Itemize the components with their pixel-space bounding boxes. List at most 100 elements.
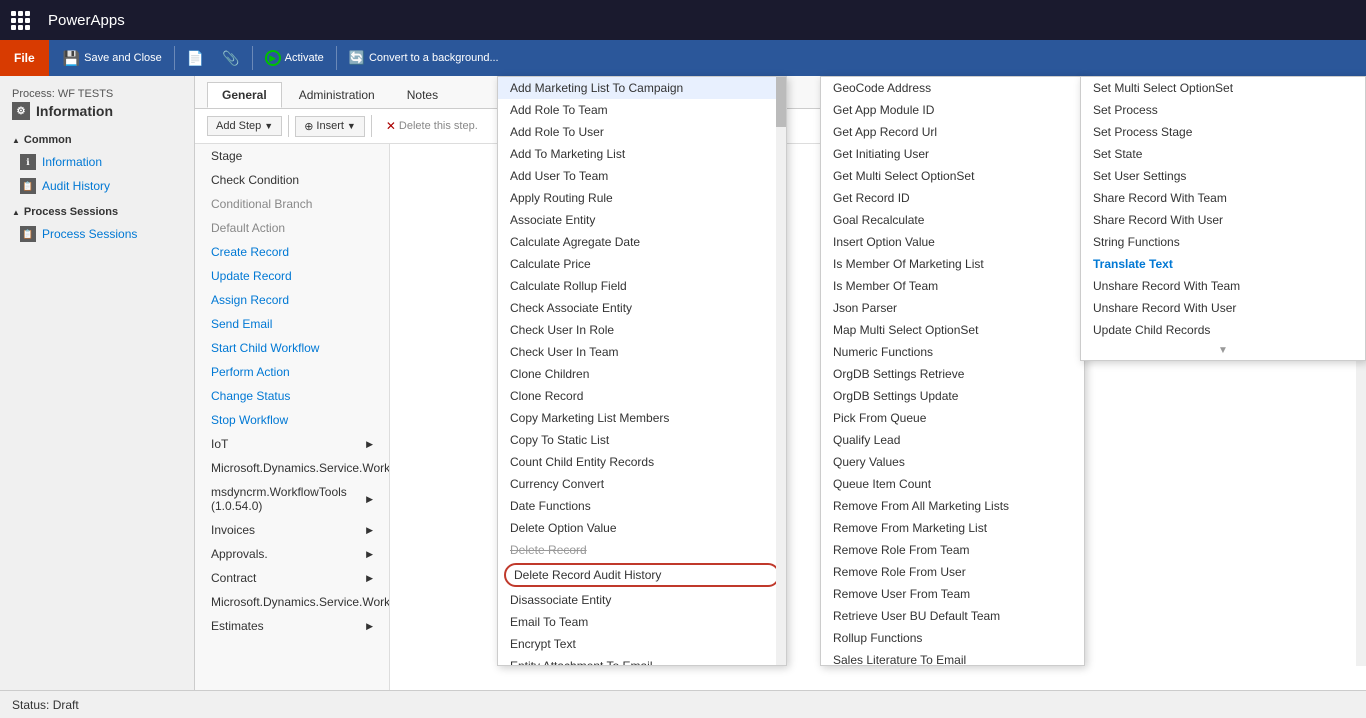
dd2-item-goal-recalc[interactable]: Goal Recalculate: [821, 209, 1084, 231]
menu-item-start-child-workflow[interactable]: Start Child Workflow: [195, 336, 389, 360]
tab-notes[interactable]: Notes: [392, 82, 453, 108]
menu-item-assign-record[interactable]: Assign Record: [195, 288, 389, 312]
menu-item-stage[interactable]: Stage: [195, 144, 389, 168]
menu-item-conditional-branch[interactable]: Conditional Branch: [195, 192, 389, 216]
dd1-item-clone-record[interactable]: Clone Record: [498, 385, 786, 407]
menu-item-estimates[interactable]: Estimates ▶: [195, 614, 389, 638]
tab-general[interactable]: General: [207, 82, 282, 108]
dd3-item-set-multi[interactable]: Set Multi Select OptionSet: [1081, 77, 1365, 99]
save-close-button[interactable]: 💾 Save and Close: [57, 48, 168, 69]
menu-item-ms-dynamics-contr[interactable]: Microsoft.Dynamics.Service.Workflows.Con…: [195, 590, 389, 614]
attachment-button[interactable]: 📎: [216, 48, 245, 69]
dd2-item-retrieve-user-bu[interactable]: Retrieve User BU Default Team: [821, 605, 1084, 627]
dd1-item-calc-price[interactable]: Calculate Price: [498, 253, 786, 275]
dd2-item-query-values[interactable]: Query Values: [821, 451, 1084, 473]
dd2-item-remove-marketing[interactable]: Remove From Marketing List: [821, 517, 1084, 539]
dd2-item-get-app-record[interactable]: Get App Record Url: [821, 121, 1084, 143]
waffle-button[interactable]: [0, 0, 40, 40]
menu-item-invoices[interactable]: Invoices ▶: [195, 518, 389, 542]
dd2-item-sales-lit[interactable]: Sales Literature To Email: [821, 649, 1084, 666]
dd2-item-get-initiating[interactable]: Get Initiating User: [821, 143, 1084, 165]
menu-item-default-action[interactable]: Default Action: [195, 216, 389, 240]
menu-item-msdyncrm[interactable]: msdyncrm.WorkflowTools (1.0.54.0) ▶: [195, 480, 389, 518]
dd1-item-delete-record[interactable]: Delete Record: [498, 539, 786, 561]
dd1-item-add-marketing[interactable]: Add Marketing List To Campaign: [498, 77, 786, 99]
menu-item-stop-workflow[interactable]: Stop Workflow: [195, 408, 389, 432]
dd1-item-encrypt[interactable]: Encrypt Text: [498, 633, 786, 655]
add-step-button[interactable]: Add Step ▼: [207, 116, 282, 136]
dd2-item-remove-user-team[interactable]: Remove User From Team: [821, 583, 1084, 605]
dd2-item-qualify-lead[interactable]: Qualify Lead: [821, 429, 1084, 451]
dd1-item-check-user-team[interactable]: Check User In Team: [498, 341, 786, 363]
menu-item-ms-dynamics[interactable]: Microsoft.Dynamics.Service.Workflows.Ent…: [195, 456, 389, 480]
menu-item-check-condition[interactable]: Check Condition: [195, 168, 389, 192]
dd1-item-add-to-marketing[interactable]: Add To Marketing List: [498, 143, 786, 165]
dd2-item-insert-option[interactable]: Insert Option Value: [821, 231, 1084, 253]
dd3-item-translate[interactable]: Translate Text: [1081, 253, 1365, 275]
dd2-item-orgdb-retrieve[interactable]: OrgDB Settings Retrieve: [821, 363, 1084, 385]
dd1-item-disassociate[interactable]: Disassociate Entity: [498, 589, 786, 611]
file-button[interactable]: File: [0, 40, 49, 76]
dd2-item-geocode[interactable]: GeoCode Address: [821, 77, 1084, 99]
dd1-item-add-role-user[interactable]: Add Role To User: [498, 121, 786, 143]
dd1-item-associate-entity[interactable]: Associate Entity: [498, 209, 786, 231]
menu-item-send-email[interactable]: Send Email: [195, 312, 389, 336]
dd1-item-delete-audit[interactable]: Delete Record Audit History: [504, 563, 780, 587]
dd1-item-add-role-team[interactable]: Add Role To Team: [498, 99, 786, 121]
dd1-item-email-to-team[interactable]: Email To Team: [498, 611, 786, 633]
dd3-item-share-record-team[interactable]: Share Record With Team: [1081, 187, 1365, 209]
dd3-item-string-functions[interactable]: String Functions: [1081, 231, 1365, 253]
dd2-item-get-app-module[interactable]: Get App Module ID: [821, 99, 1084, 121]
menu-item-create-record[interactable]: Create Record: [195, 240, 389, 264]
dropdown-col3[interactable]: Set Multi Select OptionSet Set Process S…: [1080, 76, 1366, 361]
activate-button[interactable]: ▶ Activate: [259, 48, 330, 68]
dd3-item-unshare-user[interactable]: Unshare Record With User: [1081, 297, 1365, 319]
delete-step-button[interactable]: ✕ Delete this step.: [378, 116, 486, 136]
sidebar-item-information[interactable]: ℹ Information: [0, 150, 194, 174]
menu-item-change-status[interactable]: Change Status: [195, 384, 389, 408]
dd1-item-date-functions[interactable]: Date Functions: [498, 495, 786, 517]
dd1-item-calc-rollup[interactable]: Calculate Rollup Field: [498, 275, 786, 297]
dd1-item-copy-marketing[interactable]: Copy Marketing List Members: [498, 407, 786, 429]
dd1-item-count-child[interactable]: Count Child Entity Records: [498, 451, 786, 473]
dd1-item-apply-routing[interactable]: Apply Routing Rule: [498, 187, 786, 209]
dd1-item-add-user-team[interactable]: Add User To Team: [498, 165, 786, 187]
dd3-item-set-user-settings[interactable]: Set User Settings: [1081, 165, 1365, 187]
dd2-item-is-member-marketing[interactable]: Is Member Of Marketing List: [821, 253, 1084, 275]
tab-administration[interactable]: Administration: [284, 82, 390, 108]
insert-button[interactable]: ⊕ Insert ▼: [295, 116, 365, 137]
menu-item-approvals[interactable]: Approvals. ▶: [195, 542, 389, 566]
dd2-item-remove-all-marketing[interactable]: Remove From All Marketing Lists: [821, 495, 1084, 517]
sidebar-item-process-sessions[interactable]: 📋 Process Sessions: [0, 222, 194, 246]
dd3-item-share-record-user[interactable]: Share Record With User: [1081, 209, 1365, 231]
convert-button[interactable]: 🔄 Convert to a background...: [343, 48, 505, 68]
dd1-item-delete-option[interactable]: Delete Option Value: [498, 517, 786, 539]
dd1-item-copy-static[interactable]: Copy To Static List: [498, 429, 786, 451]
dd1-item-check-user-role[interactable]: Check User In Role: [498, 319, 786, 341]
dd2-item-queue-count[interactable]: Queue Item Count: [821, 473, 1084, 495]
dd2-item-rollup[interactable]: Rollup Functions: [821, 627, 1084, 649]
dd2-item-json-parser[interactable]: Json Parser: [821, 297, 1084, 319]
dd3-item-update-child[interactable]: Update Child Records: [1081, 319, 1365, 341]
dd3-item-unshare-team[interactable]: Unshare Record With Team: [1081, 275, 1365, 297]
sidebar-item-audit-history[interactable]: 📋 Audit History: [0, 174, 194, 198]
dd2-item-orgdb-update[interactable]: OrgDB Settings Update: [821, 385, 1084, 407]
dd1-item-calc-agg-date[interactable]: Calculate Agregate Date: [498, 231, 786, 253]
dd3-item-set-state[interactable]: Set State: [1081, 143, 1365, 165]
dd1-item-entity-attachment[interactable]: Entity Attachment To Email: [498, 655, 786, 666]
dd3-item-set-process-stage[interactable]: Set Process Stage: [1081, 121, 1365, 143]
dd2-item-remove-role-user[interactable]: Remove Role From User: [821, 561, 1084, 583]
dd1-item-clone-children[interactable]: Clone Children: [498, 363, 786, 385]
dropdown-col2[interactable]: GeoCode Address Get App Module ID Get Ap…: [820, 76, 1085, 666]
dd2-item-numeric[interactable]: Numeric Functions: [821, 341, 1084, 363]
menu-item-iot[interactable]: IoT ▶: [195, 432, 389, 456]
dd1-item-currency-convert[interactable]: Currency Convert: [498, 473, 786, 495]
dd2-item-get-multi-select[interactable]: Get Multi Select OptionSet: [821, 165, 1084, 187]
dd2-item-is-member-team[interactable]: Is Member Of Team: [821, 275, 1084, 297]
dd2-item-map-multi[interactable]: Map Multi Select OptionSet: [821, 319, 1084, 341]
copy-button[interactable]: 📄: [181, 48, 210, 69]
dropdown-col1[interactable]: Add Marketing List To Campaign Add Role …: [497, 76, 787, 666]
dd2-item-get-record-id[interactable]: Get Record ID: [821, 187, 1084, 209]
menu-item-perform-action[interactable]: Perform Action: [195, 360, 389, 384]
dd1-item-check-assoc[interactable]: Check Associate Entity: [498, 297, 786, 319]
